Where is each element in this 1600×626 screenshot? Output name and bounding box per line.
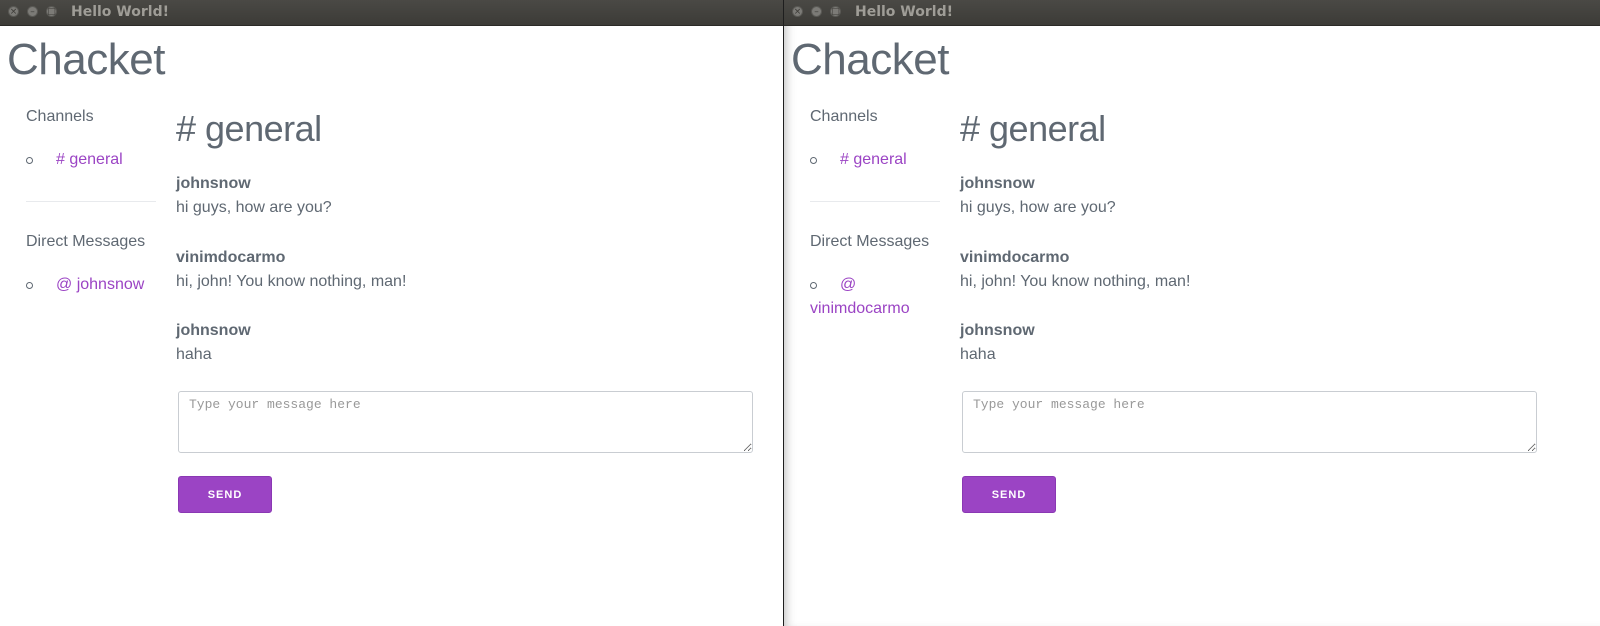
message-text: hi, john! You know nothing, man!	[960, 272, 1191, 290]
message-author: johnsnow	[176, 175, 251, 192]
direct-messages-heading: Direct Messages	[26, 233, 146, 250]
channels-heading: Channels	[810, 108, 878, 125]
sidebar-divider	[810, 201, 940, 202]
message-text: hi guys, how are you?	[176, 199, 332, 216]
send-button[interactable]: SEND	[962, 476, 1056, 513]
message: vinimdocarmo hi, john! You know nothing,…	[960, 246, 1190, 320]
window-title: Hello World!	[855, 4, 953, 20]
window-maximize-icon[interactable]: □	[830, 6, 841, 17]
channel-list: # general	[26, 148, 123, 172]
message-text: hi guys, how are you?	[960, 199, 1116, 216]
message-author: johnsnow	[960, 322, 1035, 339]
window-close-icon[interactable]: ×	[8, 6, 19, 17]
window-maximize-icon[interactable]: □	[46, 6, 57, 17]
message: johnsnow haha	[176, 319, 406, 393]
send-button[interactable]: SEND	[178, 476, 272, 513]
direct-messages-heading: Direct Messages	[810, 233, 930, 250]
list-bullet	[26, 282, 33, 289]
app-title: Chacket	[791, 35, 949, 84]
message-author: johnsnow	[176, 322, 251, 339]
message: vinimdocarmo hi, john! You know nothing,…	[176, 246, 406, 320]
sidebar-item-dm-johnsnow[interactable]: @ johnsnow	[26, 273, 144, 297]
window-titlebar[interactable]: × – □ Hello World!	[784, 0, 1600, 26]
message-text: haha	[960, 346, 996, 363]
channels-heading: Channels	[26, 108, 94, 125]
direct-message-list: @ vinimdocarmo	[810, 273, 920, 321]
message: johnsnow hi guys, how are you?	[176, 172, 406, 246]
sidebar-item-general[interactable]: # general	[810, 148, 907, 172]
window-minimize-icon[interactable]: –	[811, 6, 822, 17]
channel-list: # general	[810, 148, 907, 172]
left-app-window: × – □ Hello World! Chacket Channels # ge…	[0, 0, 784, 626]
channel-title: # general	[960, 108, 1106, 149]
sidebar-item-dm-vinimdocarmo[interactable]: @ vinimdocarmo	[810, 273, 920, 321]
window-minimize-icon[interactable]: –	[27, 6, 38, 17]
message-input[interactable]	[962, 391, 1537, 453]
message-input[interactable]	[178, 391, 753, 453]
dm-link[interactable]: @ vinimdocarmo	[810, 273, 920, 321]
message-author: vinimdocarmo	[960, 248, 1070, 266]
message-text: haha	[176, 346, 212, 363]
channel-title: # general	[176, 108, 322, 149]
message: johnsnow hi guys, how are you?	[960, 172, 1190, 246]
right-app-window: × – □ Hello World! Chacket Channels # ge…	[784, 0, 1600, 626]
app-title: Chacket	[7, 35, 165, 84]
channel-link[interactable]: # general	[810, 148, 907, 172]
message-author: johnsnow	[960, 175, 1035, 192]
list-bullet	[26, 157, 33, 164]
window-title: Hello World!	[71, 4, 169, 20]
sidebar-divider	[26, 201, 156, 202]
message-author: vinimdocarmo	[176, 248, 286, 266]
dm-link[interactable]: @ johnsnow	[26, 273, 144, 297]
list-bullet	[810, 157, 817, 164]
message-text: hi, john! You know nothing, man!	[176, 272, 407, 290]
sidebar-item-general[interactable]: # general	[26, 148, 123, 172]
direct-message-list: @ johnsnow	[26, 273, 144, 297]
message-list: johnsnow hi guys, how are you? vinimdoca…	[176, 172, 406, 393]
channel-link[interactable]: # general	[26, 148, 123, 172]
message: johnsnow haha	[960, 319, 1190, 393]
message-list: johnsnow hi guys, how are you? vinimdoca…	[960, 172, 1190, 393]
window-titlebar[interactable]: × – □ Hello World!	[0, 0, 783, 26]
list-bullet	[810, 282, 817, 289]
window-close-icon[interactable]: ×	[792, 6, 803, 17]
